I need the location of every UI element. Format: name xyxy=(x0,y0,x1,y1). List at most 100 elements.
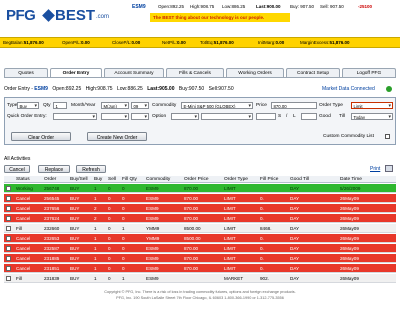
qty-input[interactable]: 1 xyxy=(53,102,67,109)
table-row[interactable]: Cancel 232587 BUY 1 0 0 ESM9 870.00 LIMIT 0. DAY 26… xyxy=(4,244,396,253)
order-form: Type Buy Qty 1 Month/Year M(Jun) 09 Comm… xyxy=(4,97,396,145)
table-row[interactable]: Cancel 256545 BUY 1 0 0 ESM9 870.00 LIMIT 0. DAY 26… xyxy=(4,194,396,203)
row-checkbox[interactable] xyxy=(6,246,11,251)
strike-select[interactable] xyxy=(201,113,253,120)
table-cell: 26May09 xyxy=(340,276,359,281)
table-cell: DAY xyxy=(290,276,300,281)
table-row[interactable]: Cancel 232653 BUY 1 0 0 YMM9 8500.00 LIMIT 0. DAY 2… xyxy=(4,234,396,243)
tab-fills-cancels[interactable]: Fills & Cancels xyxy=(166,68,224,77)
table-cell: BUY xyxy=(70,206,80,211)
tab-contract-setup[interactable]: Contract Setup xyxy=(286,68,340,77)
table-cell: 0. xyxy=(260,216,264,221)
table-cell: 26May09 xyxy=(340,266,359,271)
option-select[interactable] xyxy=(171,113,199,120)
col-order-type: Order Type xyxy=(224,177,248,182)
connected-status-icon xyxy=(386,86,392,92)
quick-order-select[interactable] xyxy=(53,113,97,120)
refresh-button[interactable]: Refresh xyxy=(76,165,106,173)
table-cell: 870.00 xyxy=(184,196,199,201)
tab-logoff[interactable]: Logoff PFG xyxy=(342,68,396,77)
month-year-label: Month/Year xyxy=(71,103,96,108)
table-row[interactable]: Cancel 237624 BUY 2 0 0 ESM9 870.00 LIMIT 0. DAY 26… xyxy=(4,214,396,223)
table-cell: DAY xyxy=(290,226,300,231)
stop-input[interactable] xyxy=(256,113,276,120)
table-cell: LIMIT xyxy=(224,186,236,191)
col-fill-qty: Fill Qty xyxy=(122,177,137,182)
table-cell: 0 xyxy=(122,256,125,261)
table-cell: DAY xyxy=(290,186,300,191)
row-checkbox[interactable] xyxy=(6,256,11,261)
month-select[interactable]: M(Jun) xyxy=(101,102,129,109)
footer-address: PFG, Inc. 190 South LaSalle Street 7th F… xyxy=(116,296,284,300)
table-cell: LIMIT xyxy=(224,256,236,261)
tab-order-entry[interactable]: Order Entry xyxy=(50,68,102,77)
balance-bar: BegBalan:51,876.00 OpenP/L:0.00 CloseP/L… xyxy=(0,37,400,48)
row-checkbox[interactable] xyxy=(6,266,11,271)
order-type-select[interactable]: Limit xyxy=(351,102,393,109)
create-new-order-button[interactable]: Create New Order xyxy=(87,132,147,141)
table-cell: 0 xyxy=(122,216,125,221)
table-cell: DAY xyxy=(290,246,300,251)
commodity-select[interactable]: E-Mini S&P 500 (GLOBEX) xyxy=(181,102,253,109)
year-select[interactable]: 09 xyxy=(131,102,149,109)
till-select[interactable]: Today xyxy=(351,113,393,120)
table-cell: 0. xyxy=(260,196,264,201)
table-row[interactable]: Cancel 231851 BUY 1 0 0 ESM9 870.00 LIMIT 0. DAY 26… xyxy=(4,264,396,273)
table-cell: 870.00 xyxy=(184,216,199,221)
price-input[interactable]: 870.00 xyxy=(271,102,317,109)
table-cell: ESM9 xyxy=(146,256,159,261)
table-cell: 232653 xyxy=(44,236,60,241)
tab-working-orders[interactable]: Working Orders xyxy=(226,68,284,77)
replace-button[interactable]: Replace xyxy=(38,165,70,173)
quick-month-select[interactable] xyxy=(101,113,129,120)
tab-quotes[interactable]: Quotes xyxy=(4,68,48,77)
tab-account-summary[interactable]: Account Summary xyxy=(104,68,164,77)
table-row[interactable]: Working 256748 BUY 1 0 0 ESM9 870.00 LIMIT DAY 5/2… xyxy=(4,184,396,193)
limit-input[interactable] xyxy=(301,113,317,120)
table-cell: 8500.00 xyxy=(184,226,201,231)
printer-icon[interactable] xyxy=(385,165,393,172)
balance-beg: BegBalan:51,876.00 xyxy=(3,40,44,45)
table-row[interactable]: Cancel 237656 BUY 2 0 0 ESM9 870.00 LIMIT 0. DAY 26… xyxy=(4,204,396,213)
row-checkbox[interactable] xyxy=(6,276,11,281)
balance-net-pl: NetP/L:0.00 xyxy=(162,40,186,45)
table-cell: 8468. xyxy=(260,226,272,231)
table-cell: BUY xyxy=(70,246,80,251)
table-cell: Fill xyxy=(16,276,22,281)
table-row[interactable]: Cancel 231885 BUY 1 0 0 ESM9 870.00 LIMIT 0. DAY 26… xyxy=(4,254,396,263)
table-cell: 1 xyxy=(94,276,97,281)
cancel-button[interactable]: Cancel xyxy=(4,165,30,173)
order-entry-quote-line: Order Entry - ESM9 Open:892.25 High:908.… xyxy=(4,86,234,92)
clear-order-button[interactable]: Clear Order xyxy=(11,132,71,141)
header-low: Low:886.25 xyxy=(222,4,246,9)
table-cell: 231851 xyxy=(44,266,60,271)
table-cell: ESM9 xyxy=(146,246,159,251)
table-cell: LIMIT xyxy=(224,196,236,201)
table-cell: MARKET xyxy=(224,276,244,281)
market-data-status: Market Data Connected xyxy=(322,86,375,92)
row-checkbox[interactable] xyxy=(6,206,11,211)
print-link[interactable]: Print xyxy=(370,166,380,172)
table-cell: 0. xyxy=(260,236,264,241)
table-cell: 232660 xyxy=(44,226,60,231)
quick-year-select[interactable] xyxy=(131,113,149,120)
type-select[interactable]: Buy xyxy=(17,102,39,109)
row-checkbox[interactable] xyxy=(6,186,11,191)
header-change: -25100 xyxy=(358,4,373,9)
table-row[interactable]: Fill 231839 BUY 1 0 1 ESM9 MARKET 902. DAY 26May09 xyxy=(4,274,396,283)
table-cell: 232587 xyxy=(44,246,60,251)
row-checkbox[interactable] xyxy=(6,236,11,241)
balance-open-pl: OpenP/L:0.00 xyxy=(62,40,90,45)
footer: Copyright © PFG, Inc. There is a risk of… xyxy=(0,289,400,301)
table-cell: 1 xyxy=(94,226,97,231)
row-checkbox[interactable] xyxy=(6,226,11,231)
table-cell: LIMIT xyxy=(224,226,236,231)
table-cell: 8500.00 xyxy=(184,236,201,241)
table-cell: LIMIT xyxy=(224,246,236,251)
row-checkbox[interactable] xyxy=(6,196,11,201)
table-row[interactable]: Fill 232660 BUY 1 0 1 YMM9 8500.00 LIMIT 8468. DAY… xyxy=(4,224,396,233)
custom-commodity-checkbox[interactable] xyxy=(385,134,390,139)
table-cell: ESM9 xyxy=(146,196,159,201)
table-header: Status Order Buy/Sell Buy Sell Fill Qty … xyxy=(4,176,396,183)
row-checkbox[interactable] xyxy=(6,216,11,221)
